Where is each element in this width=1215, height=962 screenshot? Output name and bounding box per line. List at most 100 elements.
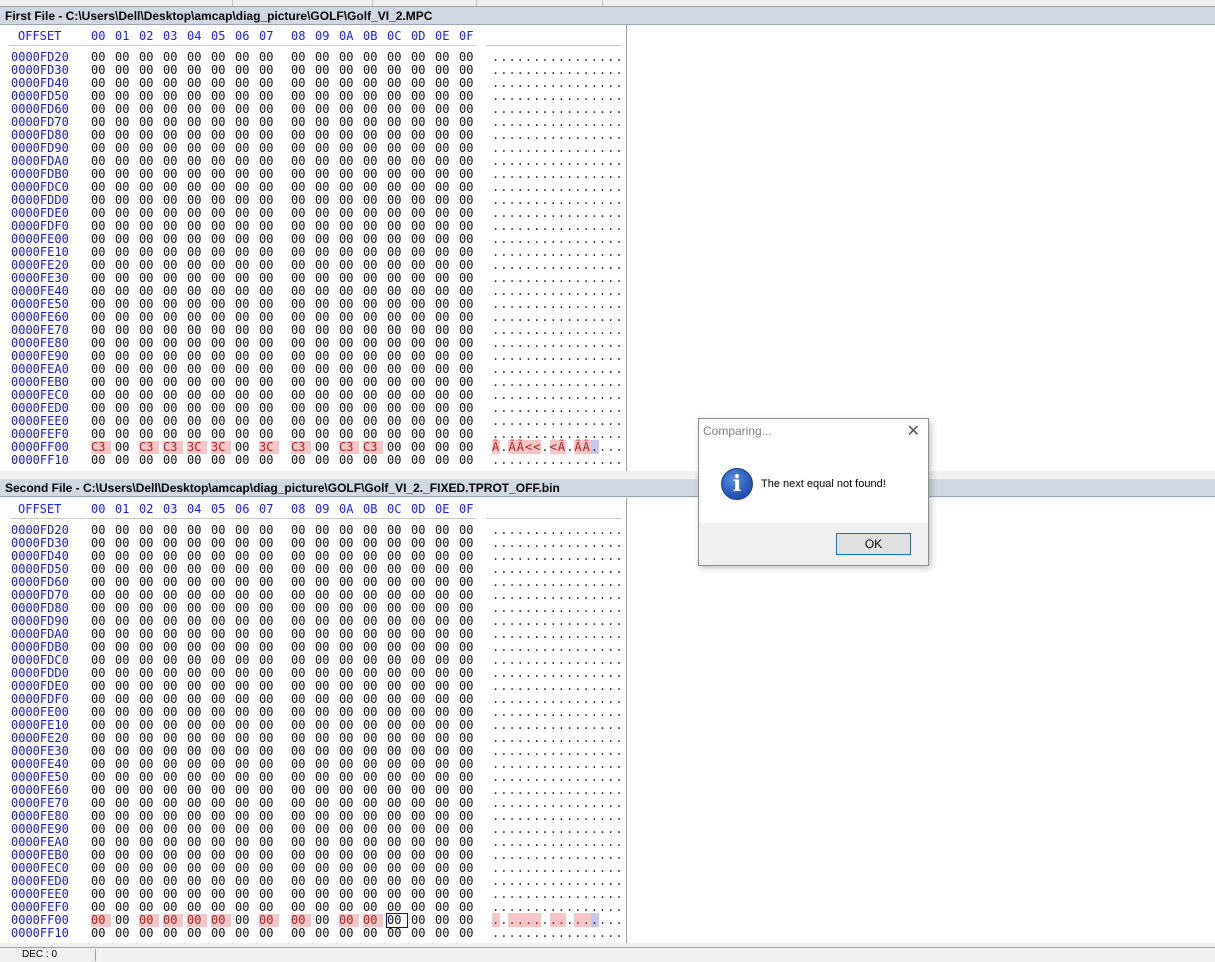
ascii-char: .	[590, 913, 600, 927]
hex-byte[interactable]: 00	[435, 454, 455, 467]
hex-byte[interactable]: 00	[435, 927, 455, 940]
column-header-0A: 0A	[339, 29, 354, 43]
column-header-0D: 0D	[411, 29, 426, 43]
hex-byte[interactable]: 00	[163, 927, 183, 940]
column-header-06: 06	[235, 502, 250, 516]
column-header-0F: 0F	[459, 502, 474, 516]
ascii-char: .	[615, 913, 624, 927]
comparing-dialog: Comparing... ✕ i The next equal not foun…	[698, 418, 929, 566]
status-bar: DEC : 0	[0, 947, 1215, 962]
column-header-04: 04	[187, 29, 202, 43]
hex-byte[interactable]: 00	[363, 927, 383, 940]
column-header-0F: 0F	[459, 29, 474, 43]
hex-byte[interactable]: 00	[187, 927, 207, 940]
ascii-char: .	[607, 440, 616, 454]
second-file-title: Second File - C:\Users\Dell\Desktop\amca…	[0, 479, 1215, 497]
dialog-footer: OK	[699, 523, 928, 565]
column-header-00: 00	[91, 29, 106, 43]
header-divider	[486, 45, 621, 46]
hex-byte[interactable]: 00	[459, 454, 479, 467]
ascii-char: Ã	[508, 440, 517, 454]
column-header-0E: 0E	[435, 502, 450, 516]
hex-byte[interactable]: 00	[459, 927, 479, 940]
column-header-02: 02	[139, 502, 154, 516]
hex-byte[interactable]: 00	[91, 927, 111, 940]
hex-row[interactable]: 0000FF10 00 00 00 00 00 00 00 00 00 00 00 00 00 00 00 00…	[0, 927, 626, 940]
hex-byte[interactable]: 00	[163, 454, 183, 467]
hex-byte[interactable]: 00	[115, 454, 135, 467]
hex-byte[interactable]: 00	[211, 927, 231, 940]
hex-byte[interactable]: 00	[211, 454, 231, 467]
toolbar-divider	[372, 0, 373, 6]
hex-row[interactable]: 0000FF10 00 00 00 00 00 00 00 00 00 00 00 00 00 00 00 00…	[0, 454, 626, 467]
column-header-05: 05	[211, 502, 226, 516]
hex-byte[interactable]: 00	[339, 454, 359, 467]
column-header-09: 09	[315, 502, 330, 516]
ascii-char: .	[582, 913, 591, 927]
hex-area[interactable]: OFFSET 00 01 02 03 04 05 06 07 08 09 0A 0B 0C 0D 0E 0F 00…	[0, 498, 627, 943]
hex-byte[interactable]: 00	[235, 927, 255, 940]
status-dec: DEC : 0	[0, 949, 96, 961]
ascii-text: ................	[492, 926, 624, 940]
column-header-03: 03	[163, 502, 178, 516]
column-header-0E: 0E	[435, 29, 450, 43]
hex-byte[interactable]: 00	[115, 927, 135, 940]
ascii-char: <	[549, 440, 558, 454]
header-divider	[9, 518, 85, 519]
row-offset: 0000FF10	[11, 926, 69, 940]
hex-byte[interactable]: 00	[339, 927, 359, 940]
column-header-0A: 0A	[339, 502, 354, 516]
second-file-hex-pane[interactable]: OFFSET 00 01 02 03 04 05 06 07 08 09 0A 0B 0C 0D 0E 0F 00…	[0, 498, 1215, 943]
hex-byte[interactable]: 00	[387, 927, 407, 940]
column-header-08: 08	[291, 502, 306, 516]
status-panel	[100, 949, 1215, 961]
hex-byte[interactable]: 00	[291, 454, 311, 467]
ascii-char: .	[524, 913, 534, 927]
toolbar-divider	[232, 0, 233, 6]
hex-byte[interactable]: 00	[411, 927, 431, 940]
ascii-char: .	[549, 913, 558, 927]
hex-byte[interactable]: 00	[315, 454, 335, 467]
ascii-char: Ã	[516, 440, 525, 454]
column-header-02: 02	[139, 29, 154, 43]
header-divider	[486, 518, 621, 519]
toolbar-divider	[476, 0, 477, 6]
hex-byte[interactable]: 00	[363, 454, 383, 467]
column-header-01: 01	[115, 502, 130, 516]
column-header-01: 01	[115, 29, 130, 43]
column-header-00: 00	[91, 502, 106, 516]
hex-byte[interactable]: 00	[235, 454, 255, 467]
first-file-hex-pane[interactable]: OFFSET 00 01 02 03 04 05 06 07 08 09 0A 0B 0C 0D 0E 0F 00…	[0, 25, 1215, 471]
column-header-05: 05	[211, 29, 226, 43]
info-icon: i	[721, 468, 753, 500]
hex-byte[interactable]: 00	[139, 927, 159, 940]
ascii-char: Ã	[557, 440, 567, 454]
ascii-char: .	[557, 913, 567, 927]
column-header-0B: 0B	[363, 502, 378, 516]
ascii-char: Ã	[574, 440, 583, 454]
hex-byte[interactable]: 00	[315, 927, 335, 940]
column-header-03: 03	[163, 29, 178, 43]
hex-byte[interactable]: 00	[291, 927, 311, 940]
ascii-char: .	[590, 440, 600, 454]
column-header-0B: 0B	[363, 29, 378, 43]
column-header-09: 09	[315, 29, 330, 43]
hex-byte[interactable]: 00	[259, 927, 279, 940]
hex-byte[interactable]: 00	[187, 454, 207, 467]
close-icon[interactable]: ✕	[907, 421, 920, 441]
header-divider	[86, 518, 476, 519]
column-header-04: 04	[187, 502, 202, 516]
hex-byte[interactable]: 00	[139, 454, 159, 467]
hex-byte[interactable]: 00	[91, 454, 111, 467]
ascii-text: ................	[492, 453, 624, 467]
column-header-07: 07	[259, 502, 274, 516]
header-divider	[9, 45, 85, 46]
hex-byte[interactable]: 00	[411, 454, 431, 467]
hex-byte[interactable]: 00	[259, 454, 279, 467]
ascii-char: Ã	[582, 440, 591, 454]
hex-area[interactable]: OFFSET 00 01 02 03 04 05 06 07 08 09 0A 0B 0C 0D 0E 0F 00…	[0, 25, 627, 471]
dialog-title: Comparing...	[703, 424, 772, 438]
hex-byte[interactable]: 00	[387, 454, 407, 467]
ok-button[interactable]: OK	[836, 533, 911, 555]
offset-header: OFFSET	[18, 502, 62, 516]
